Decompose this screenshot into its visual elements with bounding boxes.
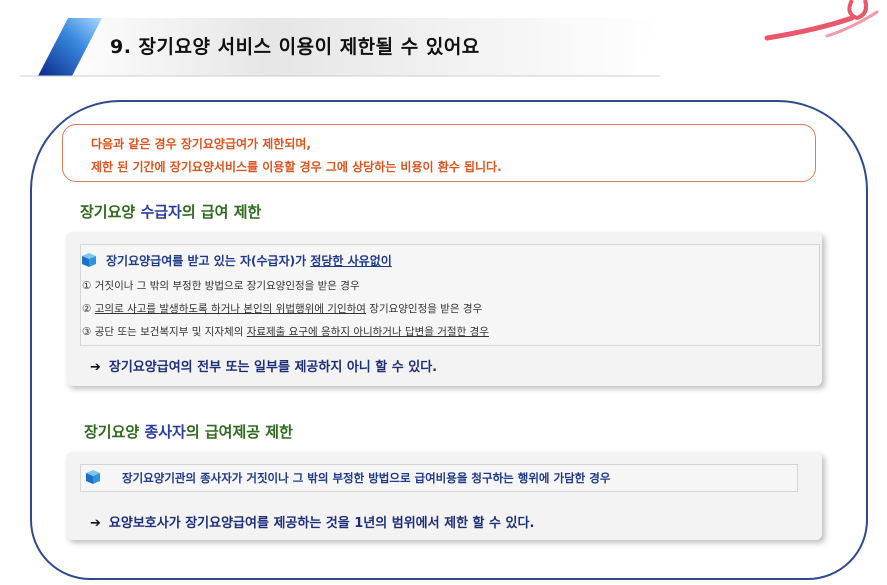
recipient-result: ➔ 장기요양급여의 전부 또는 일부를 제공하지 아니 할 수 있다.	[90, 360, 438, 375]
page-title: 9. 장기요양 서비스 이용이 제한될 수 있어요	[110, 36, 480, 58]
list-item: ① 거짓이나 그 밖의 부정한 방법으로 장기요양인정을 받은 경우	[82, 280, 360, 292]
recipient-restriction-panel: 장기요양급여를 받고 있는 자(수급자)가 정당한 사유없이 ① 거짓이나 그 …	[66, 232, 822, 386]
worker-result: ➔ 요양보호사가 장기요양급여를 제공하는 것을 1년의 범위에서 제한 할 수 …	[90, 516, 535, 531]
worker-restriction-panel: 장기요양기관의 종사자가 거짓이나 그 밖의 부정한 방법으로 급여비용을 청구…	[66, 452, 822, 540]
list-item: ② 고의로 사고를 발생하도록 하거나 본인의 위법행위에 기인하여 장기요양인…	[82, 303, 483, 315]
section-heading-worker: 장기요양 종사자의 급여제공 제한	[84, 423, 293, 441]
notice-line-1: 다음과 같은 경우 장기요양급여가 제한되며,	[91, 137, 311, 151]
blue-cube-icon	[86, 470, 100, 484]
notice-box: 다음과 같은 경우 장기요양급여가 제한되며, 제한 된 기간에 장기요양서비스…	[62, 124, 816, 182]
section-heading-recipient: 장기요양 수급자의 급여 제한	[80, 203, 262, 221]
red-ribbon-icon	[764, 0, 879, 41]
worker-condition: 장기요양기관의 종사자가 거짓이나 그 밖의 부정한 방법으로 급여비용을 청구…	[122, 471, 611, 485]
right-arrow-icon: ➔	[90, 516, 101, 531]
recipient-condition: 장기요양급여를 받고 있는 자(수급자)가 정당한 사유없이	[106, 254, 392, 268]
notice-line-2: 제한 된 기간에 장기요양서비스를 이용할 경우 그에 상당하는 비용이 환수 …	[91, 160, 502, 174]
list-item: ③ 공단 또는 보건복지부 및 지자체의 자료제출 요구에 응하지 아니하거나 …	[82, 326, 489, 338]
blue-cube-icon	[82, 253, 96, 267]
right-arrow-icon: ➔	[90, 360, 101, 375]
